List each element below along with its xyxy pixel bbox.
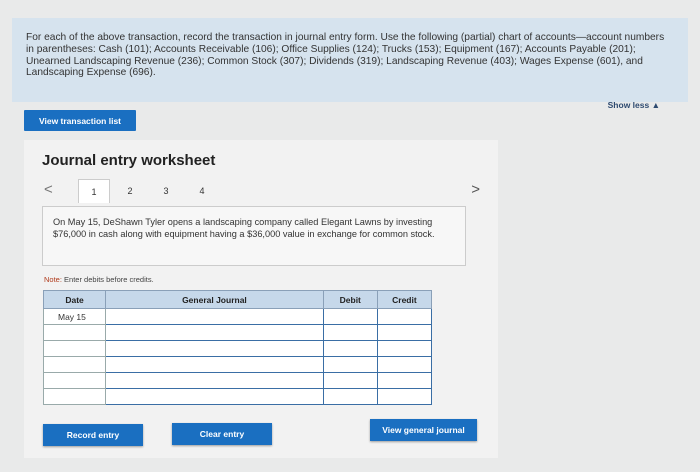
- table-row: [42, 324, 433, 341]
- date-cell: [42, 372, 107, 389]
- instructions-text: For each of the above transaction, recor…: [26, 32, 665, 79]
- date-cell: May 15: [42, 308, 107, 325]
- page-tab-2[interactable]: 2: [114, 179, 146, 203]
- date-header: Date: [42, 290, 107, 309]
- account-input[interactable]: [105, 356, 324, 373]
- date-cell: [42, 324, 107, 341]
- date-cell: [42, 388, 107, 405]
- show-less-link[interactable]: Show less ▲: [608, 100, 660, 112]
- date-cell: [42, 356, 107, 373]
- account-input[interactable]: [105, 324, 324, 341]
- debit-input[interactable]: [322, 356, 378, 373]
- page-tab-4[interactable]: 4: [186, 179, 218, 203]
- worksheet-title: Journal entry worksheet: [42, 152, 216, 169]
- chevron-right-icon[interactable]: >: [471, 181, 480, 198]
- account-input[interactable]: [105, 308, 324, 325]
- view-transaction-list-button[interactable]: View transaction list: [24, 110, 136, 131]
- journal-table: Date General Journal Debit Credit May 15: [42, 290, 433, 405]
- table-row: [42, 388, 433, 405]
- general-journal-header: General Journal: [105, 290, 324, 309]
- instructions-panel: For each of the above transaction, recor…: [12, 18, 688, 110]
- date-cell: [42, 340, 107, 357]
- credit-input[interactable]: [376, 356, 433, 373]
- journal-entry-worksheet: Journal entry worksheet < 1 2 3 4 > On M…: [24, 140, 498, 458]
- table-row: [42, 356, 433, 373]
- credit-input[interactable]: [376, 388, 433, 405]
- table-row: [42, 340, 433, 357]
- note-text: Enter debits before credits.: [64, 275, 154, 284]
- debit-input[interactable]: [322, 324, 378, 341]
- chevron-left-icon[interactable]: <: [44, 181, 53, 198]
- table-row: May 15: [42, 308, 433, 325]
- debit-input[interactable]: [322, 308, 378, 325]
- transaction-description: On May 15, DeShawn Tyler opens a landsca…: [42, 206, 466, 266]
- account-input[interactable]: [105, 372, 324, 389]
- page-tab-3[interactable]: 3: [150, 179, 182, 203]
- table-header-row: Date General Journal Debit Credit: [42, 290, 433, 309]
- debit-header: Debit: [322, 290, 378, 309]
- transaction-pager: < 1 2 3 4 >: [40, 179, 490, 203]
- view-general-journal-button[interactable]: View general journal: [370, 419, 477, 441]
- page-tab-1[interactable]: 1: [78, 179, 110, 203]
- credit-input[interactable]: [376, 372, 433, 389]
- record-entry-button[interactable]: Record entry: [43, 424, 143, 446]
- debit-input[interactable]: [322, 372, 378, 389]
- credit-input[interactable]: [376, 324, 433, 341]
- credit-input[interactable]: [376, 308, 433, 325]
- debit-input[interactable]: [322, 388, 378, 405]
- credit-header: Credit: [376, 290, 433, 309]
- clear-entry-button[interactable]: Clear entry: [172, 423, 272, 445]
- credit-input[interactable]: [376, 340, 433, 357]
- debit-input[interactable]: [322, 340, 378, 357]
- account-input[interactable]: [105, 340, 324, 357]
- note-label: Note:: [44, 275, 62, 284]
- note: Note: Enter debits before credits.: [44, 275, 154, 284]
- table-row: [42, 372, 433, 389]
- account-input[interactable]: [105, 388, 324, 405]
